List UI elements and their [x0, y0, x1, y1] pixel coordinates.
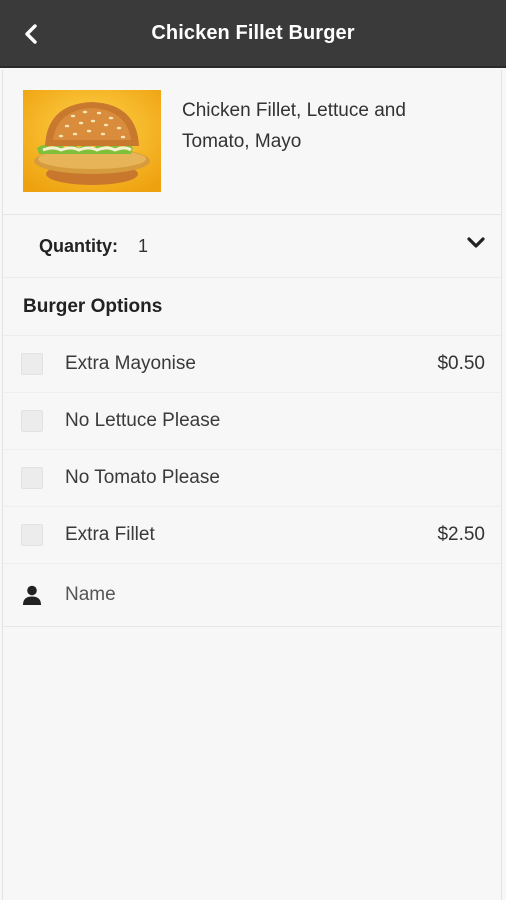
option-label: Extra Fillet: [65, 524, 155, 545]
options-section-title: Burger Options: [3, 278, 501, 336]
option-row[interactable]: No Lettuce Please: [3, 393, 501, 450]
quantity-label: Quantity:: [39, 235, 118, 256]
option-checkbox[interactable]: [21, 353, 43, 375]
option-row[interactable]: No Tomato Please: [3, 450, 501, 507]
user-icon: [23, 585, 41, 605]
option-label: No Lettuce Please: [65, 410, 221, 431]
option-checkbox[interactable]: [21, 524, 43, 546]
option-checkbox[interactable]: [21, 410, 43, 432]
option-checkbox[interactable]: [21, 467, 43, 489]
name-field-row: [3, 564, 501, 627]
option-row[interactable]: Extra Fillet $2.50: [3, 507, 501, 564]
option-price: $0.50: [437, 353, 485, 374]
name-input[interactable]: [65, 584, 465, 606]
product-description: Chicken Fillet, Lettuce and Tomato, Mayo: [182, 100, 406, 152]
header-bar: Chicken Fillet Burger: [0, 0, 506, 68]
chevron-left-icon: [25, 24, 37, 44]
back-button[interactable]: [14, 18, 48, 50]
quantity-value: 1: [138, 235, 149, 256]
burger-image: [23, 90, 161, 192]
option-label: No Tomato Please: [65, 467, 220, 488]
product-summary: Chicken Fillet, Lettuce and Tomato, Mayo: [3, 70, 501, 215]
main-content: Chicken Fillet, Lettuce and Tomato, Mayo…: [2, 70, 502, 900]
page-title: Chicken Fillet Burger: [151, 21, 355, 44]
chevron-down-icon[interactable]: [467, 237, 485, 249]
option-row[interactable]: Extra Mayonise $0.50: [3, 336, 501, 393]
option-label: Extra Mayonise: [65, 353, 196, 374]
option-price: $2.50: [437, 524, 485, 545]
quantity-select[interactable]: Quantity: 1: [3, 215, 501, 278]
